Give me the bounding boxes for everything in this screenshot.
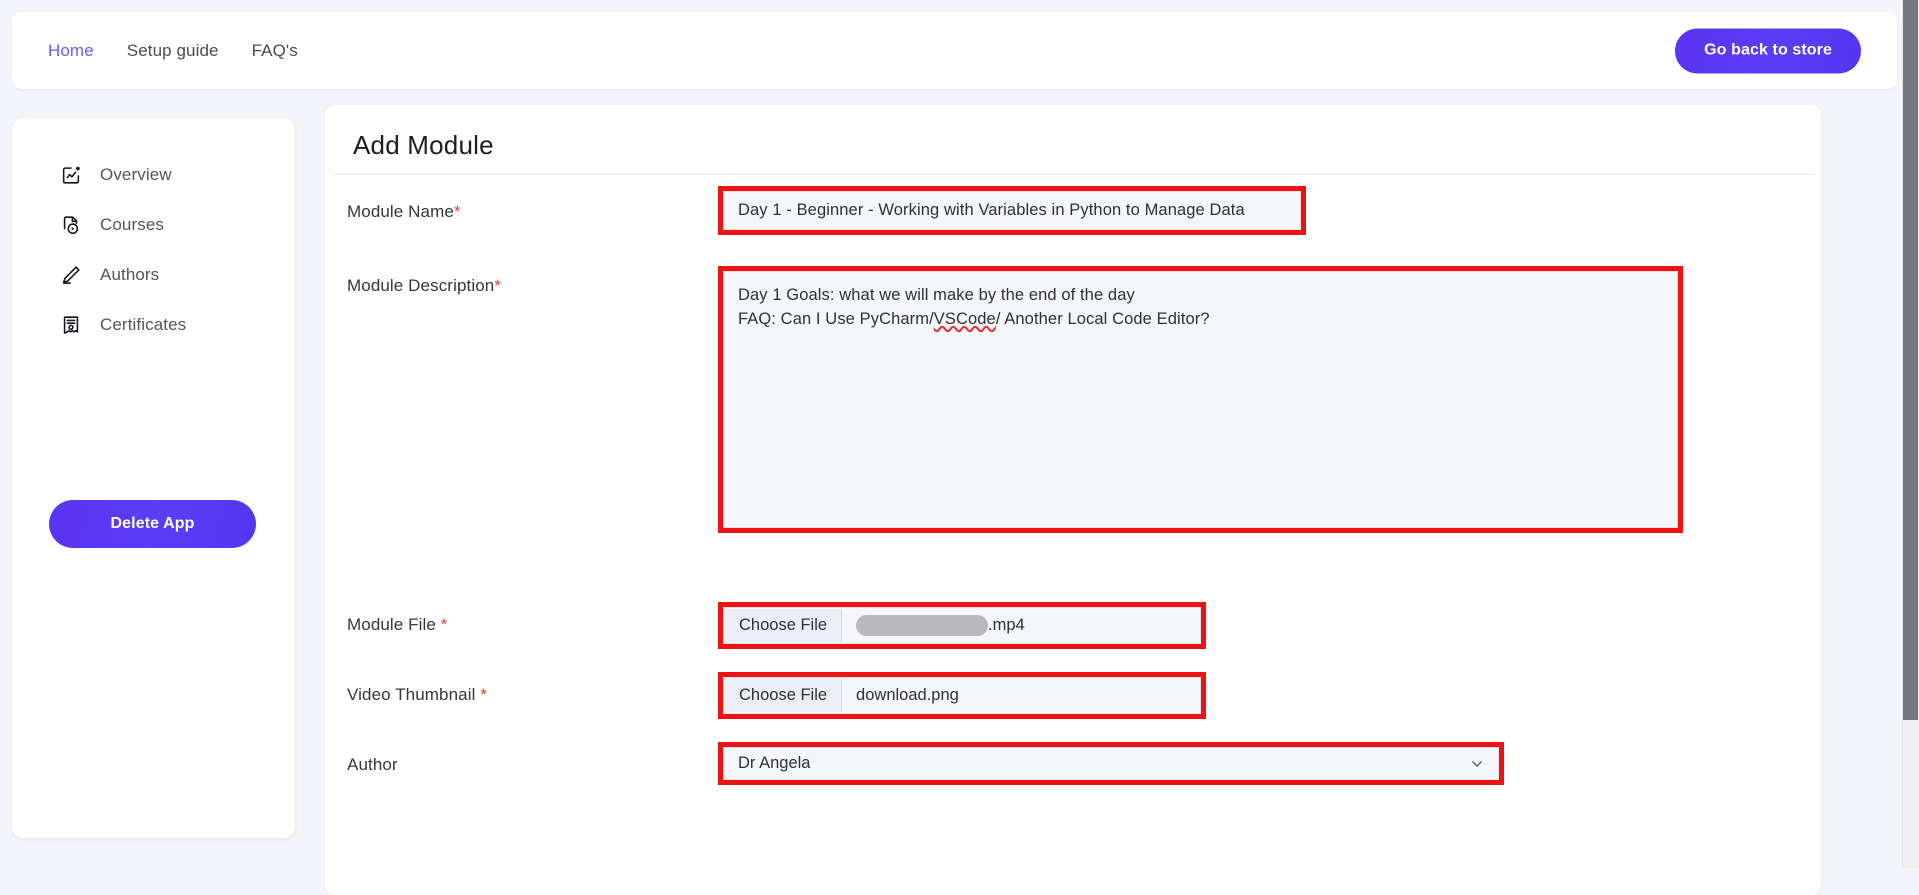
module-description-textarea[interactable]: Day 1 Goals: what we will make by the en… <box>723 271 1678 528</box>
video-thumbnail-label: Video Thumbnail * <box>347 685 488 704</box>
title-divider <box>333 174 1814 175</box>
sidebar-item-certificates[interactable]: Certificates <box>12 300 295 350</box>
edit-square-icon <box>60 164 82 186</box>
sidebar: Overview Courses Authors Certificates De… <box>12 118 295 838</box>
author-highlight: Dr Angela <box>718 742 1504 785</box>
module-file-choose-button[interactable]: Choose File <box>725 609 843 642</box>
misspelled-word: VSCode <box>933 309 996 328</box>
video-thumbnail-highlight: Choose File download.png <box>718 672 1206 719</box>
sidebar-nav: Overview Courses Authors Certificates <box>12 150 295 350</box>
sidebar-item-overview-label: Overview <box>100 165 172 184</box>
top-navigation-bar: Home Setup guide FAQ's Go back to store <box>12 12 1897 89</box>
module-description-highlight: Day 1 Goals: what we will make by the en… <box>718 266 1683 533</box>
description-line-1: Day 1 Goals: what we will make by the en… <box>738 286 1135 304</box>
go-back-to-store-button[interactable]: Go back to store <box>1675 28 1861 73</box>
required-asterisk: * <box>453 202 461 221</box>
video-thumbnail-input[interactable]: Choose File download.png <box>723 677 1201 714</box>
module-file-label: Module File * <box>347 615 448 634</box>
description-line-2: FAQ: Can I Use PyCharm/VSCode/ Another L… <box>738 309 1210 328</box>
sidebar-item-courses-label: Courses <box>100 215 165 234</box>
author-select[interactable]: Dr Angela <box>723 747 1499 780</box>
sidebar-item-overview[interactable]: Overview <box>12 150 295 200</box>
page-scrollbar-track[interactable] <box>1902 0 1919 868</box>
sidebar-item-certificates-label: Certificates <box>100 315 187 334</box>
module-file-extension: .mp4 <box>988 616 1025 634</box>
module-file-input[interactable]: Choose File .mp4 <box>723 607 1201 644</box>
author-label: Author <box>347 755 398 774</box>
module-description-label: Module Description* <box>347 276 502 295</box>
chevron-down-icon <box>1470 757 1484 771</box>
delete-app-button[interactable]: Delete App <box>49 500 256 548</box>
sidebar-item-authors-label: Authors <box>100 265 160 284</box>
sidebar-item-authors[interactable]: Authors <box>12 250 295 300</box>
module-file-name: .mp4 <box>842 615 1025 636</box>
page-scrollbar-thumb[interactable] <box>1903 0 1918 720</box>
nav-link-home[interactable]: Home <box>48 41 94 61</box>
nav-link-faqs[interactable]: FAQ's <box>252 41 298 61</box>
required-asterisk: * <box>494 276 502 295</box>
required-asterisk: * <box>480 685 488 704</box>
sidebar-item-courses[interactable]: Courses <box>12 200 295 250</box>
module-file-highlight: Choose File .mp4 <box>718 602 1206 649</box>
redacted-filename <box>856 615 989 636</box>
module-name-input[interactable] <box>723 191 1301 230</box>
nav-links: Home Setup guide FAQ's <box>48 12 298 89</box>
module-name-label: Module Name* <box>347 202 461 221</box>
page-title: Add Module <box>353 130 494 160</box>
certificate-icon <box>60 314 82 336</box>
required-asterisk: * <box>440 615 448 634</box>
video-thumbnail-choose-button[interactable]: Choose File <box>725 679 843 712</box>
video-thumbnail-file-name: download.png <box>856 686 959 704</box>
video-file-icon <box>60 214 82 236</box>
module-name-highlight <box>718 186 1306 235</box>
author-selected-value: Dr Angela <box>738 754 811 772</box>
nav-link-setup-guide[interactable]: Setup guide <box>127 41 219 61</box>
add-module-panel: Add Module Module Name* Module Descripti… <box>325 105 1821 895</box>
pencil-icon <box>60 264 82 286</box>
